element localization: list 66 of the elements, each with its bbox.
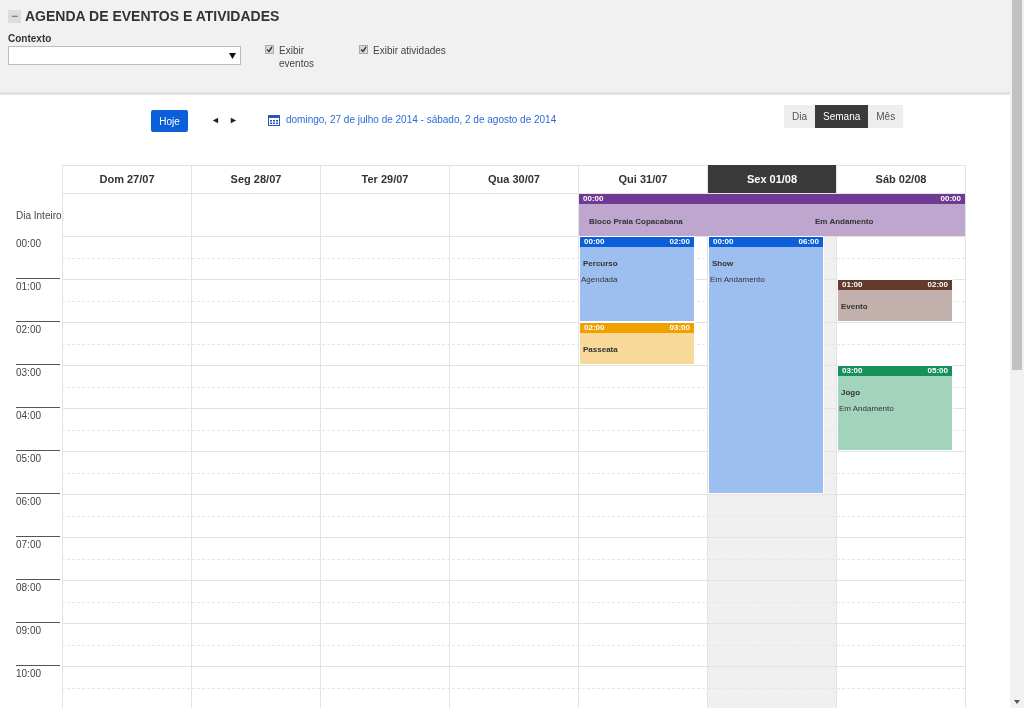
- event-status: Em Andamento: [838, 404, 895, 414]
- event-start-time: 02:00: [584, 323, 605, 333]
- day-header[interactable]: Ter 29/07: [321, 165, 449, 193]
- event-start-time: 03:00: [842, 366, 863, 376]
- previous-button[interactable]: ◄: [211, 114, 220, 126]
- event-card[interactable]: 03:00 05:00 Jogo Em Andamento: [837, 365, 953, 451]
- date-range-link[interactable]: domingo, 27 de julho de 2014 - sábado, 2 de agosto de 2014: [286, 114, 557, 126]
- time-label: 05:00: [16, 453, 42, 465]
- time-label: 07:00: [16, 539, 42, 551]
- event-title: Jogo: [840, 388, 862, 398]
- time-label: 01:00: [16, 281, 42, 293]
- all-day-event[interactable]: 00:00 00:00 Bloco Praia Copacabana Em Andamento: [579, 194, 965, 236]
- scroll-down-icon[interactable]: [1014, 700, 1020, 704]
- event-title: Percurso: [582, 259, 619, 269]
- event-card[interactable]: 02:00 03:00 Passeata: [579, 322, 695, 365]
- time-label: 08:00: [16, 582, 42, 594]
- checkbox-label: Exibir atividades: [373, 44, 446, 57]
- event-end-time: 02:00: [927, 280, 948, 290]
- view-tab[interactable]: Mês: [868, 105, 904, 128]
- event-title: Bloco Praia Copacabana: [589, 217, 684, 227]
- time-label: 06:00: [16, 496, 42, 508]
- event-title: Show: [711, 259, 735, 269]
- event-card[interactable]: 00:00 02:00 Percurso Agendada: [579, 236, 695, 322]
- field-label: Contexto: [8, 32, 53, 46]
- time-label: 03:00: [16, 367, 42, 379]
- day-header[interactable]: Sex 01/08: [708, 165, 836, 193]
- event-end-time: 02:00: [669, 237, 690, 247]
- view-tab[interactable]: Semana: [815, 105, 869, 128]
- panel-title: AGENDA DE EVENTOS E ATIVIDADES: [25, 7, 280, 26]
- event-title: Evento: [840, 302, 869, 312]
- time-label: 10:00: [16, 668, 42, 680]
- collapse-button[interactable]: −: [8, 10, 21, 23]
- event-start-time: 00:00: [583, 194, 604, 204]
- event-end-time: 06:00: [798, 237, 819, 247]
- caret-icon: [229, 52, 236, 59]
- all-day-label: Dia Inteiro: [16, 210, 62, 222]
- scrollbar[interactable]: [1010, 0, 1024, 708]
- day-header[interactable]: Seg 28/07: [192, 165, 320, 193]
- checkbox[interactable]: [359, 45, 368, 54]
- checkbox-label: Exibir eventos: [279, 44, 316, 70]
- checkbox[interactable]: [265, 45, 274, 54]
- next-button[interactable]: ►: [229, 114, 238, 126]
- calendar-icon: [268, 114, 280, 126]
- time-label: 09:00: [16, 625, 42, 637]
- today-button[interactable]: Hoje: [151, 110, 188, 132]
- event-status: Em Andamento: [815, 217, 874, 227]
- event-status: Em Andamento: [709, 275, 766, 285]
- time-label: 04:00: [16, 410, 42, 422]
- day-header[interactable]: Dom 27/07: [63, 165, 191, 193]
- event-start-time: 01:00: [842, 280, 863, 290]
- day-header[interactable]: Sáb 02/08: [837, 165, 965, 193]
- event-card[interactable]: 01:00 02:00 Evento: [837, 279, 953, 322]
- event-card[interactable]: 00:00 06:00 Show Em Andamento: [708, 236, 824, 494]
- event-end-time: 05:00: [927, 366, 948, 376]
- day-header[interactable]: Qua 30/07: [450, 165, 578, 193]
- event-title: Passeata: [582, 345, 619, 355]
- day-header[interactable]: Qui 31/07: [579, 165, 707, 193]
- view-tab[interactable]: Dia: [784, 105, 815, 128]
- scrollbar-thumb[interactable]: [1012, 0, 1022, 370]
- event-start-time: 00:00: [584, 237, 605, 247]
- event-end-time: 03:00: [669, 323, 690, 333]
- time-label: 00:00: [16, 238, 42, 250]
- time-label: 02:00: [16, 324, 42, 336]
- event-start-time: 00:00: [713, 237, 734, 247]
- event-end-time: 00:00: [940, 194, 961, 204]
- event-status: Agendada: [580, 275, 619, 285]
